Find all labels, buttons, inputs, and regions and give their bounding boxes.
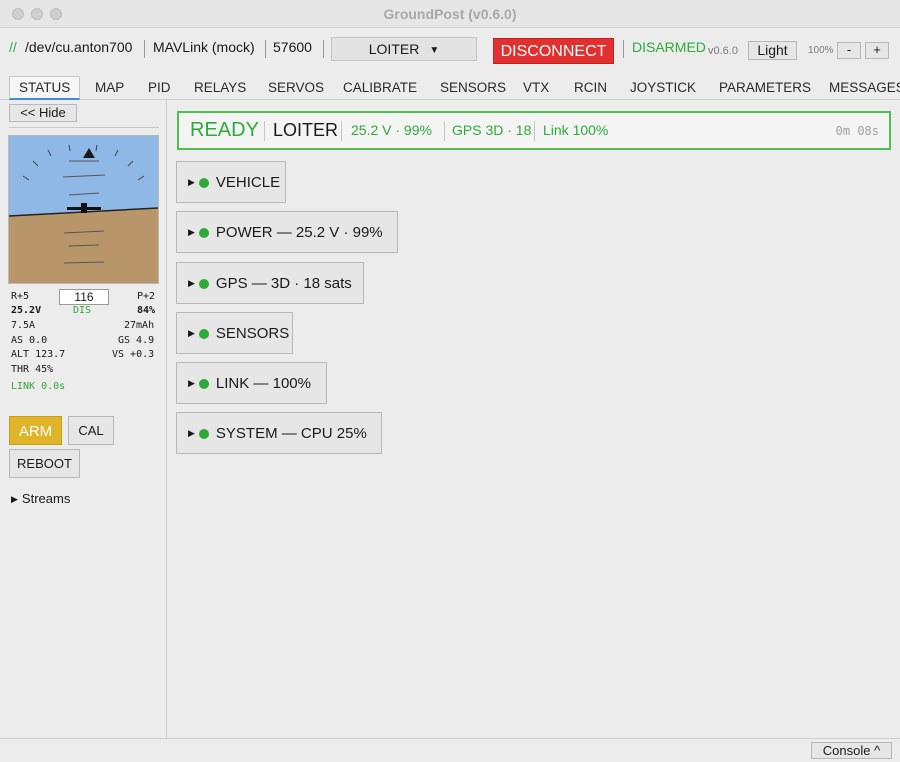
triangle-right-icon: ▶ [188, 278, 195, 288]
flight-mode-value: LOITER [368, 41, 420, 57]
banner-gps: GPS 3D · 18 [452, 122, 532, 138]
reboot-button[interactable]: REBOOT [9, 449, 80, 478]
window-title: GroundPost (v0.6.0) [383, 6, 517, 22]
banner-mode: LOITER [273, 120, 339, 140]
disarmed-readout: DIS [73, 305, 92, 316]
toolbar-divider [323, 40, 324, 58]
baud-label: 57600 [273, 39, 312, 55]
triangle-right-icon: ▶ [11, 494, 18, 504]
section-label: POWER — 25.2 V · 99% [215, 224, 383, 241]
section-label: VEHICLE [215, 174, 281, 191]
section-vehicle[interactable]: ▶ VEHICLE [176, 161, 286, 203]
toolbar: // /dev/cu.anton700 MAVLink (mock) 57600… [0, 28, 900, 72]
flight-mode-select[interactable]: LOITER ▼ [331, 37, 477, 61]
status-banner: READY LOITER 25.2 V · 99% GPS 3D · 18 Li… [177, 111, 891, 150]
serial-port-label[interactable]: /dev/cu.anton700 [25, 39, 132, 55]
tab-joystick[interactable]: JOYSTICK [630, 80, 696, 95]
heading-readout: 116 [59, 289, 109, 305]
banner-divider [534, 121, 535, 141]
triangle-right-icon: ▶ [188, 227, 195, 237]
voltage-readout: 25.2V [11, 305, 42, 316]
triangle-right-icon: ▶ [188, 378, 195, 388]
groundspeed-readout: GS 4.9 [118, 335, 155, 346]
zoom-in-button[interactable]: + [865, 42, 889, 59]
section-system[interactable]: ▶ SYSTEM — CPU 25% [176, 412, 382, 454]
version-label: v0.6.0 [708, 45, 738, 57]
section-label: GPS — 3D · 18 sats [215, 275, 352, 292]
banner-divider [444, 121, 445, 141]
toolbar-divider [623, 40, 624, 58]
vspeed-readout: VS +0.3 [112, 349, 155, 360]
theme-toggle-button[interactable]: Light [748, 41, 797, 60]
tab-pid[interactable]: PID [148, 80, 171, 95]
tab-calibrate[interactable]: CALIBRATE [343, 80, 417, 95]
streams-toggle[interactable]: ▶ Streams [11, 491, 70, 506]
hide-panel-button[interactable]: << Hide [9, 104, 77, 122]
airspeed-readout: AS 0.0 [11, 335, 48, 346]
section-gps[interactable]: ▶ GPS — 3D · 18 sats [176, 262, 364, 304]
banner-divider [341, 121, 342, 141]
chevron-down-icon: ▼ [429, 45, 440, 56]
tab-vtx[interactable]: VTX [523, 80, 549, 95]
consumed-readout: 27mAh [124, 320, 155, 331]
status-dot-icon [198, 279, 209, 289]
section-label: SYSTEM — CPU 25% [215, 425, 367, 442]
pitch-readout: P+2 [137, 291, 156, 302]
tab-status[interactable]: STATUS [9, 76, 81, 100]
banner-divider [264, 121, 265, 141]
zoom-out-button[interactable]: - [837, 42, 861, 59]
status-dot-icon [198, 429, 209, 439]
link-indicator-icon: // [9, 39, 17, 55]
calibrate-button[interactable]: CAL [68, 416, 114, 445]
protocol-label: MAVLink (mock) [153, 39, 255, 55]
zoom-level: 100% [808, 45, 834, 56]
section-power[interactable]: ▶ POWER — 25.2 V · 99% [176, 211, 398, 253]
streams-label: Streams [21, 491, 71, 506]
title-bar: GroundPost (v0.6.0) [0, 0, 900, 28]
throttle-readout: THR 45% [11, 364, 54, 375]
status-dot-icon [198, 178, 209, 188]
status-dot-icon [198, 329, 209, 339]
disconnect-button[interactable]: DISCONNECT [493, 38, 614, 64]
tab-map[interactable]: MAP [95, 80, 124, 95]
arm-button[interactable]: ARM [9, 416, 62, 445]
tab-messages[interactable]: MESSAGES [829, 80, 900, 95]
banner-link: Link 100% [543, 122, 609, 138]
tab-servos[interactable]: SERVOS [268, 80, 324, 95]
toolbar-divider [144, 40, 145, 58]
status-dot-icon [198, 228, 209, 238]
tab-relays[interactable]: RELAYS [194, 80, 246, 95]
altitude-readout: ALT 123.7 [11, 349, 66, 360]
app-window: GroundPost (v0.6.0) // /dev/cu.anton700 … [0, 0, 900, 762]
status-bar: Console ^ [0, 738, 900, 762]
status-dot-icon [198, 379, 209, 389]
tab-bar: STATUS MAP PID RELAYS SERVOS CALIBRATE S… [0, 74, 900, 100]
triangle-right-icon: ▶ [188, 428, 195, 438]
section-link[interactable]: ▶ LINK — 100% [176, 362, 327, 404]
tab-parameters[interactable]: PARAMETERS [719, 80, 811, 95]
toolbar-divider [265, 40, 266, 58]
section-label: LINK — 100% [215, 375, 311, 392]
elapsed-timer: 0m 08s [835, 124, 879, 138]
divider [9, 127, 159, 128]
link-readout: LINK 0.0s [11, 381, 66, 392]
tab-sensors[interactable]: SENSORS [440, 80, 506, 95]
roll-readout: R+5 [11, 291, 30, 302]
console-toggle-button[interactable]: Console ^ [811, 742, 892, 759]
tab-rcin[interactable]: RCIN [574, 80, 607, 95]
attitude-indicator-graphic [8, 136, 159, 283]
status-panel: READY LOITER 25.2 V · 99% GPS 3D · 18 Li… [168, 100, 900, 738]
banner-battery: 25.2 V · 99% [351, 122, 432, 138]
left-panel: << Hide R+5 116 P+2 25.2V DIS 84% 7.5A 2… [0, 100, 167, 738]
battery-percent-readout: 84% [137, 305, 156, 316]
triangle-right-icon: ▶ [188, 328, 195, 338]
arm-state-label: DISARMED [632, 39, 706, 55]
section-label: SENSORS [215, 325, 290, 342]
current-readout: 7.5A [11, 320, 36, 331]
attitude-indicator [8, 135, 159, 284]
triangle-right-icon: ▶ [188, 177, 195, 187]
ready-state: READY [190, 119, 259, 141]
section-sensors[interactable]: ▶ SENSORS [176, 312, 293, 354]
